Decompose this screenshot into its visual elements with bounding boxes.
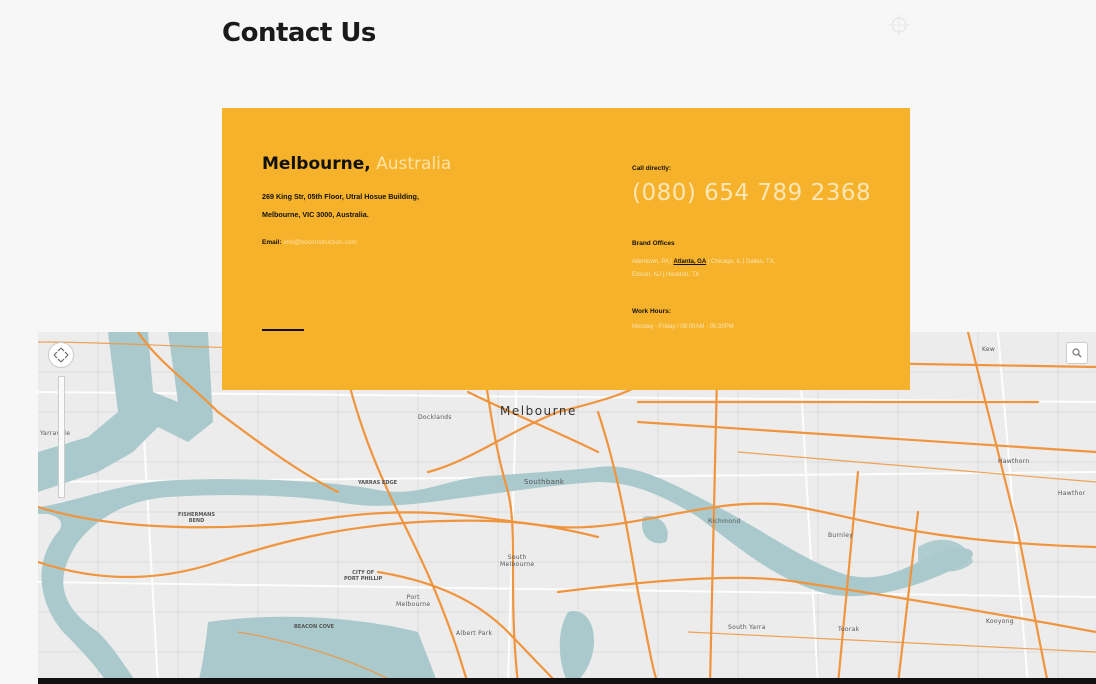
map-label-yarras-edge: YARRAS EDGE	[358, 480, 398, 486]
work-hours-label: Work Hours:	[632, 308, 671, 315]
call-label: Call directly:	[632, 165, 672, 172]
office-city: Melbourne,	[262, 154, 371, 174]
map-label-fishermans-bend: FISHERMANS BEND	[178, 512, 215, 524]
crosshair-icon	[888, 14, 910, 36]
pan-icon	[53, 347, 69, 363]
accent-divider	[262, 329, 304, 331]
map-label-kooyong: Kooyong	[986, 618, 1014, 625]
office-country: Australia	[376, 154, 452, 174]
map-label-docklands: Docklands	[418, 414, 452, 421]
map-label-south-yarra: South Yarra	[728, 624, 766, 631]
map-label-kew: Kew	[982, 346, 996, 353]
offices-line-2: Edison, NJ | Houston, TX	[632, 272, 700, 278]
map-label-south-melbourne: South Melbourne	[500, 554, 535, 568]
offices-post: | Chicago, IL | Dallas, TX,	[706, 259, 776, 265]
map-zoom-slider[interactable]	[58, 376, 65, 498]
map-label-albert-park: Albert Park	[456, 630, 493, 637]
email-link[interactable]: info@boconstruction.com	[283, 239, 356, 246]
brand-offices-label: Brand Offices	[632, 240, 675, 247]
office-address: 269 King Str, 05th Floor, Utral Hosue Bu…	[262, 188, 502, 224]
page-title: Contact Us	[222, 18, 376, 48]
office-heading: Melbourne, Australia	[262, 154, 451, 174]
map-footer-bar	[38, 678, 1096, 684]
email-label: Email:	[262, 239, 282, 246]
map-label-toorak: Toorak	[838, 626, 860, 633]
map-label-hawthorn-east: Hawthor	[1058, 490, 1086, 497]
contact-card: Melbourne, Australia 269 King Str, 05th …	[222, 108, 910, 390]
map-label-hawthorn: Hawthorn	[998, 458, 1030, 465]
phone-number[interactable]: (080) 654 789 2368	[632, 180, 871, 206]
map-label-melbourne: Melbourne	[500, 404, 577, 418]
map-label-southbank: Southbank	[524, 478, 565, 486]
address-line-1: 269 King Str, 05th Floor, Utral Hosue Bu…	[262, 192, 419, 201]
map-label-burnley: Burnley	[828, 532, 854, 539]
map-label-city-port-phillip: CITY OF PORT PHILLIP	[344, 570, 383, 582]
map-pan-control[interactable]	[48, 342, 74, 368]
work-hours-value: Monday - Friday / 08:00AM - 05:30PM	[632, 324, 734, 330]
brand-offices-list: Allentown, PA | Atlanta, GA | Chicago, I…	[632, 256, 852, 282]
map-search-button[interactable]	[1066, 342, 1088, 364]
map-label-richmond: Richmond	[708, 518, 741, 525]
map-label-port-melbourne: Port Melbourne	[396, 594, 431, 608]
address-line-2: Melbourne, VIC 3000, Australia.	[262, 210, 369, 219]
offices-pre: Allentown, PA |	[632, 259, 674, 265]
map-label-yarraville: Yarraville	[40, 430, 71, 437]
map-label-beacon-cove: BEACON COVE	[294, 624, 335, 630]
offices-highlight-link[interactable]: Atlanta, GA	[673, 259, 706, 265]
email-row: Email: info@boconstruction.com	[262, 239, 357, 246]
magnifier-icon	[1072, 348, 1082, 358]
